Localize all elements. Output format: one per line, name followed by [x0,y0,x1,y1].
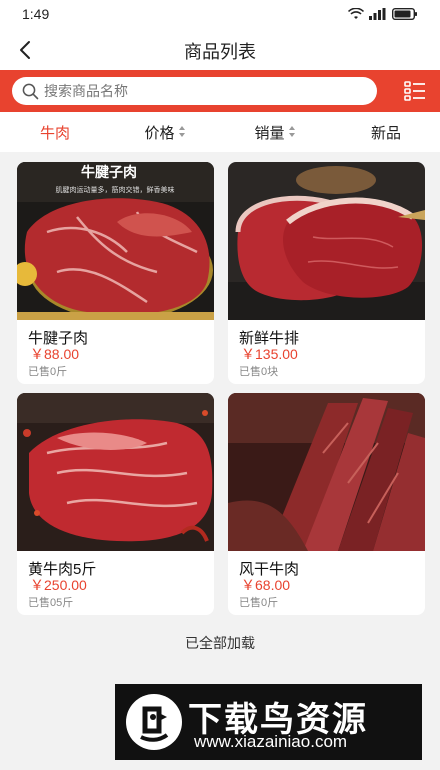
status-bar: 1:49 [0,0,440,30]
filter-label: 牛肉 [39,124,70,142]
filter-price[interactable]: 价格 [120,112,210,152]
bird-logo-icon [126,694,182,750]
nav-bar: 商品列表 [0,30,440,70]
watermark: 下载鸟资源 www.xiazainiao.com [115,684,422,760]
status-icons [348,8,418,20]
signal-icon [369,8,386,20]
product-card[interactable]: 新鲜牛排 ￥135.00 已售0块 [228,162,425,384]
product-price: ￥68.00 [241,577,291,593]
product-image [228,162,425,320]
filter-label: 价格 [144,124,175,142]
layout-toggle-button[interactable] [404,80,426,102]
product-image [17,393,214,551]
filter-bar: 牛肉 价格 销量 新品 [0,112,440,152]
wifi-icon [348,8,364,19]
search-icon [22,83,39,99]
product-price: ￥250.00 [30,577,87,593]
product-sold: 已售0斤 [28,366,68,378]
list-grid-icon [404,81,425,101]
banner-subtitle: 肌腱肉运动量多，筋肉交错，鲜香美味 [56,185,175,194]
product-card[interactable]: 黄牛肉5斤 ￥250.00 已售05斤 [17,393,214,615]
sort-arrows-icon [178,126,186,138]
product-price: ￥135.00 [241,346,298,362]
filter-label: 销量 [254,124,285,142]
battery-icon [392,8,417,20]
product-image [228,393,425,551]
sort-arrows-icon [288,126,296,138]
watermark-url: www.xiazainiao.com [194,732,348,751]
product-card[interactable]: 牛腱子肉 肌腱肉运动量多，筋肉交错，鲜香美味 牛腱子肉 ￥88.00 已售0斤 [17,162,214,384]
product-card[interactable]: 风干牛肉 ￥68.00 已售0斤 [228,393,425,615]
product-price: ￥88.00 [30,346,80,362]
page-title: 商品列表 [184,42,256,62]
search-placeholder: 搜索商品名称 [44,83,128,99]
filter-sales[interactable]: 销量 [230,112,320,152]
product-sold: 已售0块 [239,366,279,378]
filter-beef[interactable]: 牛肉 [14,112,96,152]
status-time: 1:49 [22,6,50,22]
load-complete-text: 已全部加载 [185,635,255,651]
search-bar: 搜索商品名称 [0,70,440,112]
filter-new[interactable]: 新品 [344,112,428,152]
product-image: 牛腱子肉 肌腱肉运动量多，筋肉交错，鲜香美味 [17,162,214,320]
product-sold: 已售05斤 [28,597,74,609]
filter-label: 新品 [370,124,401,142]
product-sold: 已售0斤 [239,597,279,609]
search-input[interactable]: 搜索商品名称 [12,77,377,105]
banner-title: 牛腱子肉 [81,164,137,180]
